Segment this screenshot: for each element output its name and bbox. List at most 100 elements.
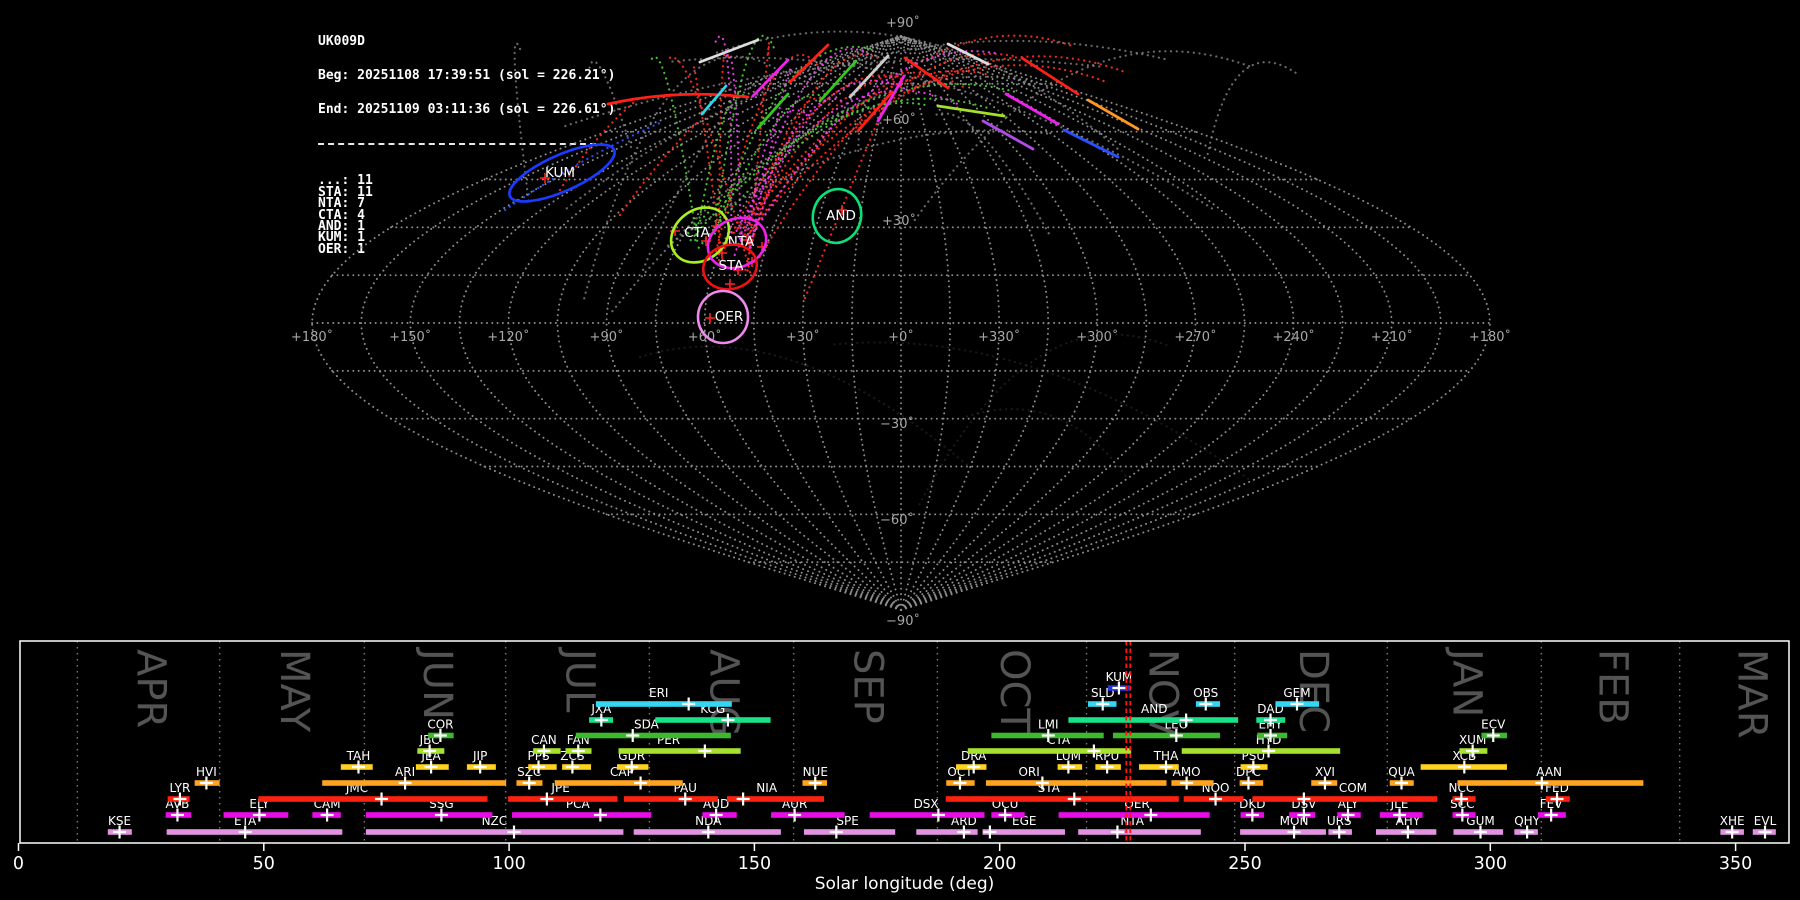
shower-peak-ERI — [682, 698, 695, 711]
sporadic-faint — [637, 347, 967, 465]
month-label-JAN: JAN — [1443, 646, 1489, 717]
shower-bar-ORI — [986, 780, 1167, 786]
lat-label: −30˚ — [880, 416, 914, 432]
shower-XVI: XVI — [1311, 765, 1337, 790]
x-tick-label: 250 — [1228, 854, 1261, 874]
lon-label: +120˚ — [487, 329, 529, 345]
lon-label: +330˚ — [978, 329, 1020, 345]
shower-HVI: HVI — [195, 765, 220, 790]
shower-peak-PCA — [594, 809, 607, 822]
x-tick-label: 0 — [13, 854, 24, 874]
sta-tracks — [740, 56, 1126, 244]
x-tick-label: 200 — [983, 854, 1016, 874]
grid-meridian — [901, 36, 1490, 610]
lon-label: +150˚ — [389, 329, 431, 345]
sporadic-faint — [834, 342, 1248, 478]
shower-bar-JPE — [508, 796, 617, 802]
month-label-MAY: MAY — [271, 649, 317, 733]
shower-label-HVI: HVI — [196, 765, 217, 779]
lat-label: +90˚ — [886, 15, 920, 31]
shower-bar-THA — [1139, 764, 1179, 770]
radiant-label-AND: AND — [826, 208, 856, 224]
shower-label-COM: COM — [1339, 781, 1367, 795]
shower-bar-DSX — [870, 812, 985, 818]
lat-label: +30˚ — [882, 213, 916, 229]
radiant-label-CTA: CTA — [684, 225, 711, 241]
sporadic-tracks — [915, 51, 1254, 220]
lon-label: +180˚ — [291, 329, 333, 345]
lon-label: +90˚ — [590, 329, 624, 345]
shower-label-ORI: ORI — [1018, 765, 1039, 779]
shower-bar-PER — [619, 748, 741, 754]
meteor-streak — [1088, 100, 1138, 129]
shower-label-ERI: ERI — [649, 686, 668, 700]
shower-peak-CAP — [634, 777, 647, 790]
meteor-streak — [608, 94, 748, 104]
shower-XHE: XHE — [1720, 814, 1745, 839]
grid-meridian — [312, 36, 901, 610]
shower-bar-MON — [1240, 829, 1326, 835]
x-axis-title: Solar longitude (deg) — [815, 874, 995, 894]
month-label-JUN: JUN — [414, 646, 460, 720]
shower-label-OBS: OBS — [1193, 686, 1218, 700]
cta-tracks — [651, 57, 698, 241]
radiant-cross — [705, 313, 715, 323]
month-label-MAR: MAR — [1728, 649, 1774, 739]
shower-bar-AND — [1068, 717, 1238, 723]
shower-KSE: KSE — [108, 814, 132, 839]
lon-label: +180˚ — [1469, 329, 1511, 345]
shower-label-AAN: AAN — [1536, 765, 1562, 779]
meteor-streak — [702, 86, 726, 114]
timeline-chart: APRMAYJUNJULAUGSEPOCTNOVDECJANFEBMARKSEE… — [13, 641, 1789, 894]
month-label-FEB: FEB — [1589, 649, 1635, 725]
shower-label-XHE: XHE — [1720, 814, 1745, 828]
meteor-analysis-scene: +180˚+150˚+120˚+90˚+60˚+30˚+0˚+330˚+300˚… — [0, 0, 1800, 900]
month-label-OCT: OCT — [991, 649, 1037, 733]
shower-OBS: OBS — [1193, 686, 1220, 711]
shower-label-ARI: ARI — [395, 765, 415, 779]
shower-JIP: JIP — [467, 749, 496, 774]
radiant-label-STA: STA — [718, 258, 744, 274]
x-tick-label: 150 — [738, 854, 771, 874]
lon-label: +210˚ — [1371, 329, 1413, 345]
shower-label-KUM: KUM — [1106, 670, 1133, 684]
shower-QUA: QUA — [1388, 765, 1415, 790]
month-label-AUG: AUG — [701, 649, 747, 737]
shower-label-NUE: NUE — [803, 765, 828, 779]
month-label-SEP: SEP — [845, 649, 891, 724]
sporadic-tracks — [858, 107, 883, 151]
shower-bar-CTA — [968, 748, 1131, 754]
nta-tracks — [739, 99, 842, 246]
lat-label: +60˚ — [882, 112, 916, 128]
shower-bar-KCG — [655, 717, 770, 723]
lon-label: +270˚ — [1174, 329, 1216, 345]
shower-label-QHY: QHY — [1514, 814, 1540, 828]
shower-bar-ETA — [167, 829, 343, 835]
sporadic-tracks — [1208, 62, 1299, 154]
shower-label-CAN: CAN — [531, 733, 557, 747]
meteor-streak — [1064, 130, 1118, 157]
shower-label-ECV: ECV — [1481, 718, 1506, 732]
shower-peak-NZC — [508, 826, 521, 839]
x-tick-label: 300 — [1474, 854, 1507, 874]
shower-bar-COM — [1252, 796, 1437, 802]
radiant-label-KUM: KUM — [545, 165, 575, 181]
shower-label-EVL: EVL — [1754, 814, 1777, 828]
shower-NUE: NUE — [802, 765, 827, 790]
radiant-label-OER: OER — [715, 309, 744, 325]
shower-peak-STA — [1068, 793, 1081, 806]
shower-bar-LEO — [1113, 733, 1220, 739]
shower-bar-AUR — [771, 812, 845, 818]
shower-bars: KSEETANZCNDASPEARDEGENTAMONURSAHYGUMQHYX… — [108, 670, 1777, 839]
shower-bar-AAN — [1457, 780, 1643, 786]
x-axis: 050100150200250300350Solar longitude (de… — [13, 843, 1752, 894]
shower-bar-SDA — [576, 733, 731, 739]
sky-map: +180˚+150˚+120˚+90˚+60˚+30˚+0˚+330˚+300˚… — [291, 15, 1511, 629]
lon-label: +300˚ — [1076, 329, 1118, 345]
shower-label-XVI: XVI — [1315, 765, 1335, 779]
shower-bar-CAP — [555, 780, 683, 786]
shower-peak-NIA — [737, 793, 750, 806]
month-label-APR: APR — [128, 649, 174, 728]
shower-peak-JMC — [375, 793, 388, 806]
shower-bar-ERI — [596, 701, 732, 707]
